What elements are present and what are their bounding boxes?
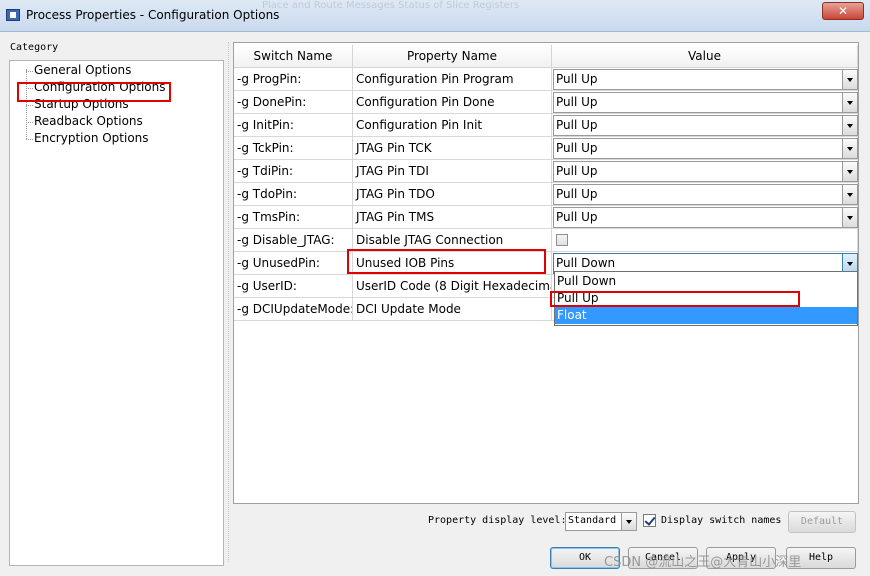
value-select[interactable]: Pull Up (553, 138, 858, 159)
tree-branch (26, 139, 33, 140)
splitter[interactable] (228, 42, 231, 562)
window-title: Process Properties - Configuration Optio… (26, 8, 280, 22)
watermark: CSDN @流山之王@大青山小深里 (604, 555, 802, 570)
switch-name-cell: -g Disable_JTAG: (234, 229, 353, 252)
value-select-text: Pull Up (556, 187, 598, 201)
tree-branch (26, 71, 33, 72)
tree-item-general-options[interactable]: General Options (34, 63, 131, 77)
table-row: -g TmsPin: JTAG Pin TMS Pull Up (234, 206, 858, 229)
tree-item-readback-options[interactable]: Readback Options (34, 114, 143, 128)
default-button[interactable]: Default (788, 511, 856, 533)
switch-name-cell: -g InitPin: (234, 114, 353, 137)
chevron-down-icon[interactable] (621, 513, 636, 530)
value-select[interactable]: Pull Up (553, 92, 858, 113)
highlight-box (550, 291, 800, 307)
display-switch-names-checkbox[interactable] (643, 514, 656, 527)
category-tree: General Options Configuration Options St… (9, 60, 224, 566)
value-select[interactable]: Pull Up (553, 69, 858, 90)
switch-name-cell: -g DCIUpdateMode: (234, 298, 353, 321)
display-level-select[interactable]: Standard (565, 512, 637, 531)
chevron-down-icon[interactable] (842, 116, 857, 135)
table-row: -g ProgPin: Configuration Pin Program Pu… (234, 68, 858, 91)
display-level-value: Standard (568, 515, 617, 526)
table-row: -g TdiPin: JTAG Pin TDI Pull Up (234, 160, 858, 183)
property-name-cell: DCI Update Mode (353, 298, 552, 321)
tree-item-encryption-options[interactable]: Encryption Options (34, 131, 149, 145)
chevron-down-icon[interactable] (842, 162, 857, 181)
tree-connector (26, 69, 27, 139)
highlight-box (17, 82, 171, 102)
value-select[interactable]: Pull Up (553, 161, 858, 182)
switch-name-cell: -g TdoPin: (234, 183, 353, 206)
tree-branch (26, 105, 33, 106)
display-switch-names-label: Display switch names (661, 515, 782, 526)
switch-name-cell: -g TdiPin: (234, 160, 353, 183)
property-name-cell: JTAG Pin TMS (353, 206, 552, 229)
close-button[interactable]: ✕ (822, 2, 864, 20)
value-cell (552, 229, 858, 252)
column-header-switch-name[interactable]: Switch Name (234, 45, 353, 68)
value-select[interactable]: Pull Up (553, 207, 858, 228)
property-name-cell: UserID Code (8 Digit Hexadecimal) (353, 275, 552, 298)
app-icon (6, 9, 20, 21)
table-row: -g Disable_JTAG: Disable JTAG Connection (234, 229, 858, 252)
chevron-down-icon[interactable] (842, 139, 857, 158)
table-row: -g InitPin: Configuration Pin Init Pull … (234, 114, 858, 137)
value-select[interactable]: Pull Up (553, 115, 858, 136)
property-grid: Switch Name Property Name Value -g ProgP… (233, 42, 859, 504)
switch-name-cell: -g TmsPin: (234, 206, 353, 229)
value-select-text: Pull Up (556, 141, 598, 155)
table-row: -g TdoPin: JTAG Pin TDO Pull Up (234, 183, 858, 206)
property-name-cell: Configuration Pin Init (353, 114, 552, 137)
background-window-text: Place and Route Messages Status of Slice… (262, 0, 520, 11)
property-name-cell: Configuration Pin Done (353, 91, 552, 114)
property-name-cell: JTAG Pin TCK (353, 137, 552, 160)
property-name-cell: JTAG Pin TDO (353, 183, 552, 206)
switch-name-cell: -g TckPin: (234, 137, 353, 160)
switch-name-cell: -g ProgPin: (234, 68, 353, 91)
switch-name-cell: -g UnusedPin: (234, 252, 353, 275)
value-select-text: Pull Up (556, 72, 598, 86)
value-select[interactable]: Pull Up (553, 184, 858, 205)
property-name-cell: Configuration Pin Program (353, 68, 552, 91)
category-label: Category (10, 42, 59, 53)
value-select-text: Pull Up (556, 118, 598, 132)
column-header-property-name[interactable]: Property Name (353, 45, 552, 68)
chevron-down-icon[interactable] (842, 208, 857, 227)
switch-name-cell: -g DonePin: (234, 91, 353, 114)
value-select-text: Pull Up (556, 95, 598, 109)
tree-branch (26, 122, 33, 123)
display-level-label: Property display level: (428, 515, 567, 526)
title-bar: Process Properties - Configuration Optio… (0, 0, 870, 32)
column-header-value[interactable]: Value (552, 45, 858, 68)
value-select-text: Pull Up (556, 164, 598, 178)
chevron-down-icon[interactable] (842, 70, 857, 89)
value-select-text: Pull Up (556, 210, 598, 224)
switch-name-cell: -g UserID: (234, 275, 353, 298)
table-row: -g DonePin: Configuration Pin Done Pull … (234, 91, 858, 114)
disable-jtag-checkbox[interactable] (556, 234, 568, 246)
property-name-cell: JTAG Pin TDI (353, 160, 552, 183)
chevron-down-icon[interactable] (842, 185, 857, 204)
table-row: -g TckPin: JTAG Pin TCK Pull Up (234, 137, 858, 160)
chevron-down-icon[interactable] (842, 93, 857, 112)
dropdown-option-float[interactable]: Float (555, 307, 857, 324)
highlight-box (347, 249, 546, 274)
dropdown-option-pull-down[interactable]: Pull Down (555, 273, 857, 290)
